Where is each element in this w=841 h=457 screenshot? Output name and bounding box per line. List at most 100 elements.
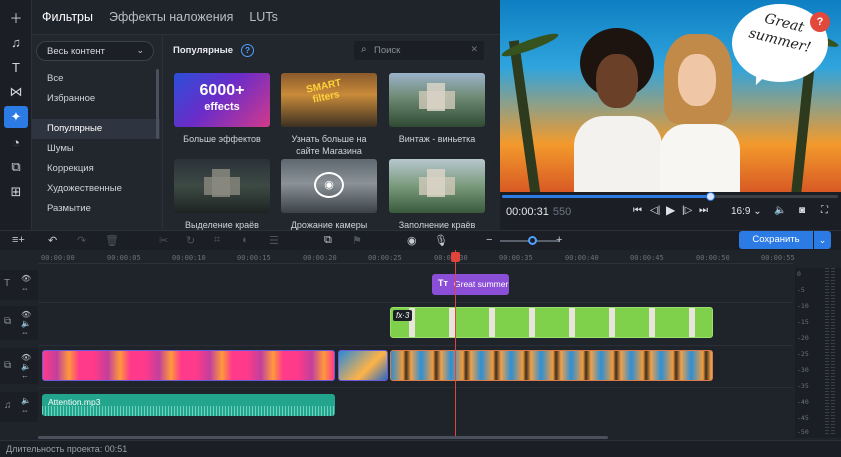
visibility-eye-icon[interactable]: 👁: [21, 274, 31, 283]
filters-icon[interactable]: ✦: [4, 106, 28, 128]
transitions-icon[interactable]: ⋈: [4, 81, 28, 103]
video-clip-palms[interactable]: [390, 350, 713, 381]
microphone-icon[interactable]: 🎙: [434, 234, 448, 247]
help-button[interactable]: ?: [810, 12, 830, 32]
delete-icon[interactable]: 🗑: [105, 234, 119, 247]
audio-clip[interactable]: Attention.mp3: [42, 394, 335, 416]
filter-card-store[interactable]: SMART filters Узнать больше на сайте Маг…: [281, 73, 377, 157]
video-preview[interactable]: Great summer!: [500, 0, 841, 192]
redo-icon[interactable]: ↷: [77, 234, 86, 247]
overlay-track-icon: ⧉: [4, 316, 12, 327]
playback-progress-fill: [502, 195, 711, 198]
current-time: 00:00:31: [506, 206, 549, 218]
overlay-icon[interactable]: ⧉: [324, 234, 332, 247]
meter-label: -50: [797, 428, 809, 436]
more-tools-icon[interactable]: ⊞: [4, 181, 28, 203]
snapshot-icon[interactable]: ◙: [799, 205, 805, 216]
play-icon[interactable]: ▶: [666, 203, 675, 217]
playback-progress-knob[interactable]: [706, 192, 716, 201]
plus-icon[interactable]: ＋: [4, 6, 28, 28]
time-ruler[interactable]: 00:00:00 00:00:05 00:00:10 00:00:15 00:0…: [38, 250, 795, 264]
clock-icon[interactable]: ◔: [4, 131, 28, 153]
player-controls: 00:00:31 550 ⏮ ◁| ▶ |▷ ⏭ 16:9 ⌄ 🔈 ◙ ⛶: [500, 192, 841, 230]
timeline-zoom-slider[interactable]: [500, 236, 560, 245]
help-icon[interactable]: ?: [241, 44, 254, 57]
person-shirt: [660, 124, 740, 192]
text-track-icon: T: [4, 278, 11, 289]
category-correction[interactable]: Коррекция: [32, 159, 160, 179]
link-icon[interactable]: ⇔: [21, 406, 29, 415]
video-clip-pink[interactable]: [42, 350, 335, 381]
category-noise[interactable]: Шумы: [32, 139, 160, 159]
undo-icon[interactable]: ↶: [48, 234, 57, 247]
ruler-tick: 00:00:55: [761, 254, 795, 262]
step-back-icon[interactable]: ◁|: [650, 205, 660, 216]
meter-label: -35: [797, 382, 809, 390]
visibility-eye-icon[interactable]: 👁: [21, 310, 31, 319]
back-arrow-icon[interactable]: ←: [21, 371, 29, 380]
search-input[interactable]: [374, 43, 462, 57]
filter-card-edge-fill[interactable]: Заполнение краёв: [389, 159, 485, 231]
fullscreen-icon[interactable]: ⛶: [821, 205, 828, 216]
tab-luts[interactable]: LUTs: [249, 10, 277, 24]
skip-to-end-icon[interactable]: ⏭: [699, 205, 708, 216]
add-track-icon[interactable]: ≡+: [12, 234, 25, 246]
filter-card-edge-detect[interactable]: Выделение краёв: [174, 159, 270, 231]
search-icon: ⌕: [361, 44, 367, 55]
tab-filters[interactable]: Фильтры: [42, 10, 93, 24]
zoom-out-icon[interactable]: −: [486, 234, 492, 246]
tab-overlay-effects[interactable]: Эффекты наложения: [109, 10, 233, 24]
category-blur[interactable]: Размытие: [32, 199, 160, 219]
filter-card-more-effects[interactable]: 6000+ effects Больше эффектов: [174, 73, 270, 145]
track-separator: [38, 387, 793, 388]
meter-label: -15: [797, 318, 809, 326]
clip-properties-icon[interactable]: ☰: [269, 234, 279, 247]
clear-icon[interactable]: ✕: [470, 44, 478, 55]
zoom-slider-knob[interactable]: [528, 236, 537, 245]
aspect-ratio-select[interactable]: 16:9 ⌄: [731, 206, 762, 217]
overlay-video-clip[interactable]: fx·3: [390, 307, 713, 338]
playhead-handle[interactable]: [451, 252, 460, 262]
category-all[interactable]: Все: [32, 69, 160, 89]
volume-icon[interactable]: 🔈: [774, 205, 786, 216]
music-icon[interactable]: ♫: [4, 31, 28, 53]
playhead[interactable]: [451, 250, 460, 436]
category-favorites[interactable]: Избранное: [32, 89, 160, 109]
cut-icon[interactable]: ✂: [159, 234, 168, 247]
content-filter-dropdown[interactable]: Весь контент ⌄: [36, 41, 154, 61]
title-clip[interactable]: Tт Great summer!: [432, 274, 509, 295]
zoom-in-icon[interactable]: +: [556, 234, 562, 246]
mute-icon[interactable]: 🔈: [21, 319, 31, 328]
rotate-icon[interactable]: ↻: [186, 234, 195, 247]
chevron-down-icon: ⌄: [136, 45, 144, 55]
category-artistic[interactable]: Художественные: [32, 179, 160, 199]
fx-badge[interactable]: fx·3: [393, 310, 413, 321]
save-options-chevron-icon[interactable]: ⌄: [814, 231, 831, 249]
filter-card-camera-shake[interactable]: ◉ Дрожание камеры: [281, 159, 377, 231]
search-box[interactable]: ⌕ ✕: [354, 41, 484, 60]
link-icon[interactable]: ⇔: [21, 328, 29, 337]
stickers-icon[interactable]: ⧉: [4, 156, 28, 178]
audio-level-meter: 0 -5 -10 -15 -20 -25 -30 -35 -40 -45 -50: [795, 268, 841, 438]
filter-thumbnail: [389, 159, 485, 213]
mute-icon[interactable]: 🔈: [21, 362, 31, 371]
playback-progress[interactable]: [502, 192, 838, 201]
mute-icon[interactable]: 🔈: [21, 396, 31, 405]
text-icon[interactable]: T: [4, 56, 28, 78]
link-icon[interactable]: ⇔: [21, 284, 29, 293]
timeline-scrollbar[interactable]: [38, 436, 608, 439]
transition-clip[interactable]: [338, 350, 388, 381]
step-forward-icon[interactable]: |▷: [682, 205, 692, 216]
skip-to-start-icon[interactable]: ⏮: [633, 205, 642, 216]
color-adjust-icon[interactable]: ◐: [242, 234, 249, 246]
crop-icon[interactable]: ⌗: [214, 234, 220, 247]
ruler-tick: 00:00:40: [565, 254, 599, 262]
marker-flag-icon[interactable]: ⚑: [352, 234, 362, 247]
category-popular[interactable]: Популярные: [32, 119, 160, 139]
effects-word: effects: [204, 101, 240, 113]
save-button[interactable]: Сохранить: [739, 231, 813, 249]
visibility-eye-icon[interactable]: 👁: [21, 353, 31, 362]
category-scrollbar[interactable]: [156, 69, 159, 139]
filter-card-vintage-vignette[interactable]: Винтаж - виньетка: [389, 73, 485, 145]
webcam-icon[interactable]: ◉: [407, 234, 417, 247]
